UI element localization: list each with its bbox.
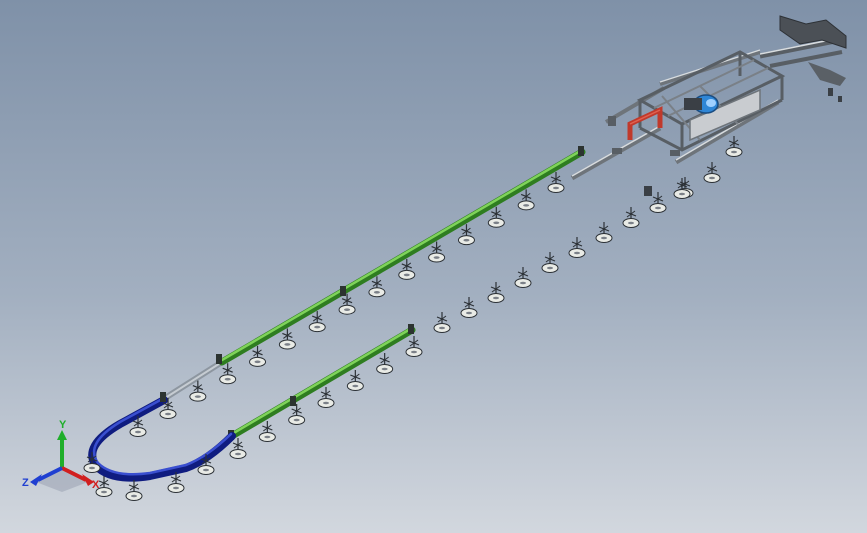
hanger-disc <box>622 207 640 228</box>
hanger-disc <box>288 404 306 425</box>
hanger-disc <box>547 172 565 193</box>
hanger-disc <box>338 293 356 315</box>
hanger-disc <box>595 222 613 243</box>
hanger-disc <box>219 363 237 385</box>
hanger-disc <box>487 282 505 303</box>
hanger-disc <box>398 258 416 280</box>
hanger-disc <box>125 480 143 501</box>
hanger-disc <box>346 370 364 391</box>
hanger-disc <box>249 345 267 367</box>
triad-z-label: Z <box>22 477 29 489</box>
hanger-disc <box>368 276 386 298</box>
return-hangers <box>433 136 743 333</box>
hanger-disc <box>725 136 743 157</box>
hanger-disc <box>568 237 586 258</box>
hanger-disc <box>428 241 446 263</box>
hanger-disc <box>308 311 326 333</box>
upper-hangers <box>159 172 565 419</box>
hanger-disc <box>649 192 667 213</box>
hanger-disc <box>457 224 475 246</box>
hanger-disc <box>541 252 559 273</box>
lower-hangers <box>229 336 423 459</box>
hanger-disc <box>460 297 478 318</box>
hanger-disc <box>433 312 451 333</box>
hanger-disc <box>517 189 535 211</box>
hanger-disc <box>703 162 721 183</box>
hanger-disc <box>487 206 505 228</box>
u-bend-rail <box>88 392 236 482</box>
bend-hangers <box>83 416 215 501</box>
cad-viewport[interactable]: Y X Z <box>0 0 867 533</box>
hanger-disc <box>405 336 423 357</box>
hanger-disc <box>317 387 335 408</box>
hanger-disc <box>258 421 276 442</box>
hanger-disc <box>278 328 296 350</box>
triad-y-label: Y <box>59 419 67 431</box>
hanger-disc <box>514 267 532 288</box>
triad-x-label: X <box>92 479 100 491</box>
drive-station <box>570 15 847 196</box>
hanger-disc <box>376 353 394 374</box>
